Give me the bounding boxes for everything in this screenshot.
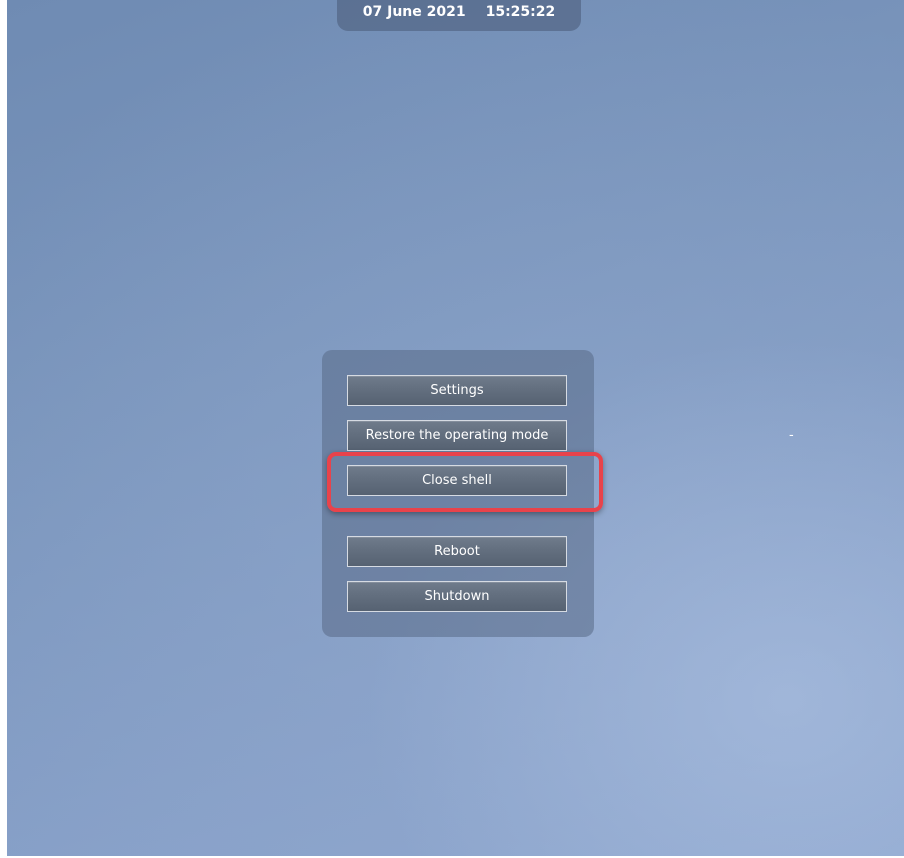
reboot-button[interactable]: Reboot bbox=[347, 536, 567, 567]
datetime-bar: 07 June 2021 15:25:22 bbox=[337, 0, 581, 31]
shell-menu-panel: Settings Restore the operating mode Clos… bbox=[322, 350, 594, 637]
date-label: 07 June 2021 bbox=[362, 4, 466, 20]
shutdown-button[interactable]: Shutdown bbox=[347, 581, 567, 612]
restore-operating-mode-button[interactable]: Restore the operating mode bbox=[347, 420, 567, 451]
close-shell-button[interactable]: Close shell bbox=[347, 465, 567, 496]
time-label: 15:25:22 bbox=[485, 4, 556, 20]
stray-dash-mark: - bbox=[789, 428, 794, 443]
desktop-background: 07 June 2021 15:25:22 Settings Restore th… bbox=[7, 0, 904, 856]
settings-button[interactable]: Settings bbox=[347, 375, 567, 406]
